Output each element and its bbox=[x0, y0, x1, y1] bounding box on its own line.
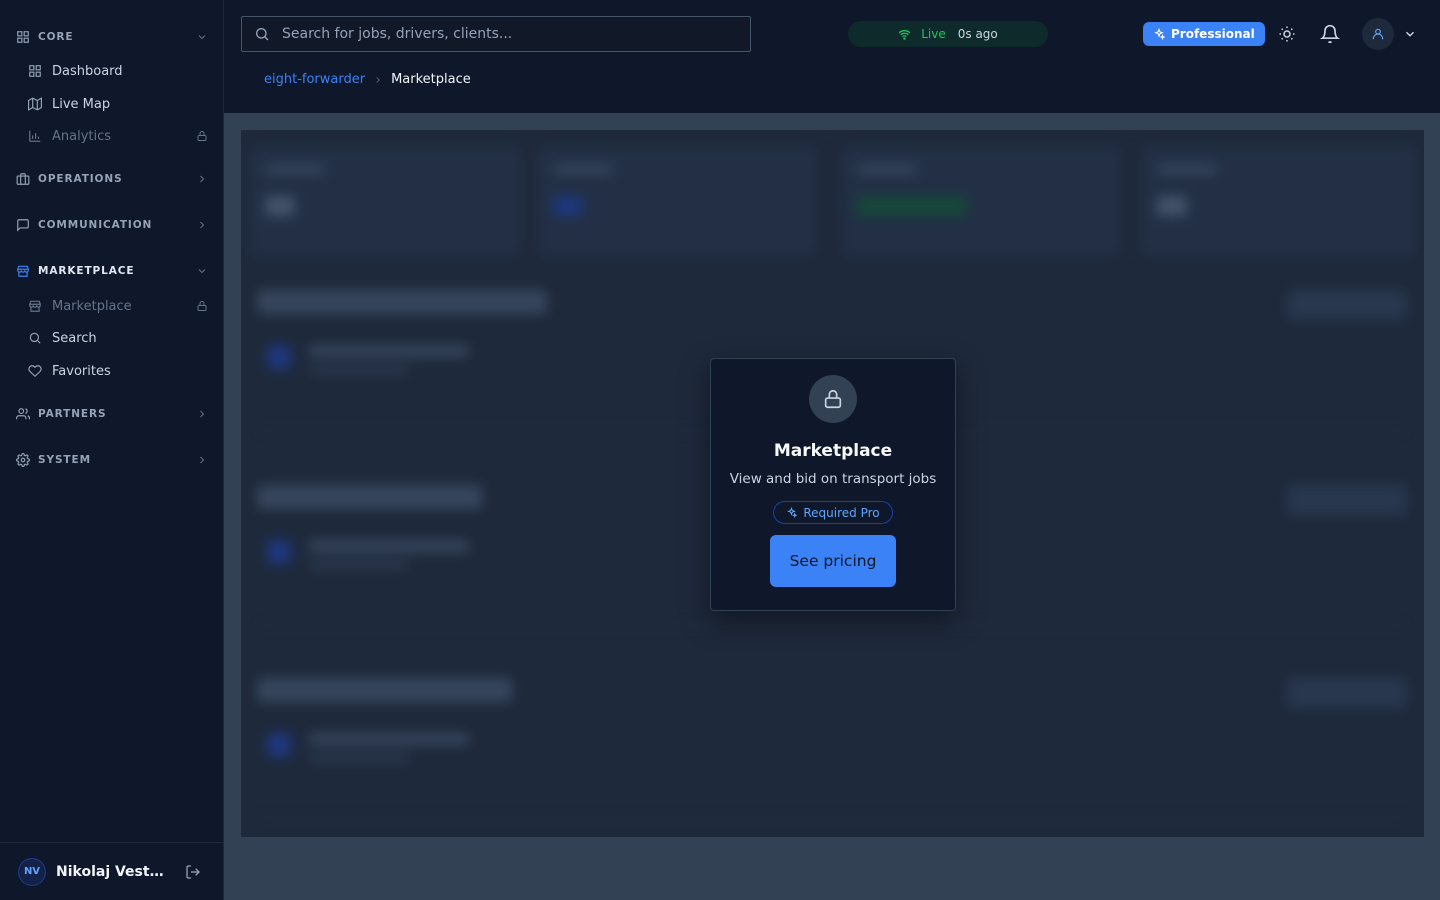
sidebar: CORE Dashboard Live Map Analytics OPERAT… bbox=[0, 0, 224, 900]
sparkles-icon bbox=[1153, 28, 1165, 40]
bar-chart-icon bbox=[28, 129, 42, 143]
sidebar-item-label: Marketplace bbox=[52, 298, 132, 314]
sidebar-item-marketplace[interactable]: Marketplace bbox=[0, 292, 224, 320]
map-icon bbox=[28, 97, 42, 111]
top-header: Live 0s ago Professional eight-forwarder… bbox=[224, 0, 1440, 113]
gear-icon bbox=[16, 453, 30, 467]
search-icon bbox=[28, 331, 42, 345]
sidebar-section-core[interactable]: CORE bbox=[0, 24, 224, 50]
sidebar-section-system[interactable]: SYSTEM bbox=[0, 447, 224, 473]
sidebar-item-favorites[interactable]: Favorites bbox=[0, 357, 224, 385]
sidebar-section-marketplace[interactable]: MARKETPLACE bbox=[0, 258, 224, 284]
sidebar-section-label: CORE bbox=[38, 31, 74, 43]
search-icon bbox=[254, 26, 270, 42]
chevron-down-icon[interactable] bbox=[1403, 27, 1417, 41]
sidebar-item-label: Dashboard bbox=[52, 63, 123, 79]
message-icon bbox=[16, 218, 30, 232]
search-input[interactable] bbox=[282, 26, 732, 42]
bell-icon[interactable] bbox=[1320, 24, 1340, 44]
sparkles-icon bbox=[786, 507, 798, 518]
store-icon bbox=[16, 264, 30, 278]
user-name: Nikolaj Vestergaard bbox=[56, 863, 171, 880]
sidebar-section-label: PARTNERS bbox=[38, 408, 107, 420]
sidebar-section-operations[interactable]: OPERATIONS bbox=[0, 166, 224, 192]
lock-icon bbox=[196, 300, 208, 312]
live-updated-time: 0s ago bbox=[957, 27, 998, 41]
chevron-down-icon bbox=[196, 265, 208, 277]
lock-icon bbox=[196, 130, 208, 142]
logout-icon[interactable] bbox=[185, 864, 201, 880]
building-icon bbox=[16, 172, 30, 186]
placeholder-card bbox=[537, 146, 817, 256]
sidebar-item-live-map[interactable]: Live Map bbox=[0, 90, 224, 118]
placeholder-card bbox=[1141, 146, 1416, 256]
user-icon bbox=[1371, 27, 1385, 41]
breadcrumb-parent[interactable]: eight-forwarder bbox=[264, 72, 365, 87]
chevron-right-icon bbox=[196, 173, 208, 185]
user-bar: NV Nikolaj Vestergaard bbox=[0, 842, 224, 900]
sidebar-section-communication[interactable]: COMMUNICATION bbox=[0, 212, 224, 238]
upgrade-modal: Marketplace View and bid on transport jo… bbox=[710, 358, 956, 611]
user-avatar[interactable]: NV bbox=[18, 857, 46, 886]
live-label: Live bbox=[921, 27, 946, 41]
grid-icon bbox=[16, 30, 30, 44]
chevron-right-icon bbox=[373, 75, 383, 85]
required-plan-badge: Required Pro bbox=[773, 501, 893, 524]
global-search[interactable] bbox=[241, 16, 751, 52]
plan-badge[interactable]: Professional bbox=[1143, 22, 1265, 46]
breadcrumb: eight-forwarder Marketplace bbox=[264, 72, 471, 87]
sidebar-item-analytics[interactable]: Analytics bbox=[0, 122, 224, 150]
wifi-icon bbox=[898, 28, 911, 41]
theme-toggle-icon[interactable] bbox=[1278, 25, 1296, 43]
live-status: Live 0s ago bbox=[848, 21, 1048, 47]
chevron-right-icon bbox=[196, 408, 208, 420]
sidebar-item-label: Favorites bbox=[52, 363, 111, 379]
sidebar-section-partners[interactable]: PARTNERS bbox=[0, 401, 224, 427]
plan-badge-label: Professional bbox=[1171, 27, 1255, 41]
see-pricing-button[interactable]: See pricing bbox=[770, 535, 896, 587]
user-menu-avatar[interactable] bbox=[1362, 18, 1394, 50]
lock-badge bbox=[809, 375, 857, 423]
breadcrumb-current: Marketplace bbox=[391, 72, 471, 87]
users-icon bbox=[16, 407, 30, 421]
lock-icon bbox=[822, 388, 844, 410]
sidebar-item-search[interactable]: Search bbox=[0, 324, 224, 352]
placeholder-card bbox=[841, 146, 1121, 256]
dashboard-icon bbox=[28, 64, 42, 78]
sidebar-section-label: COMMUNICATION bbox=[38, 219, 153, 231]
sidebar-section-label: MARKETPLACE bbox=[38, 265, 135, 277]
chevron-down-icon bbox=[196, 31, 208, 43]
sidebar-section-label: OPERATIONS bbox=[38, 173, 123, 185]
chevron-right-icon bbox=[196, 454, 208, 466]
modal-title: Marketplace bbox=[773, 441, 893, 461]
sidebar-item-label: Analytics bbox=[52, 128, 112, 144]
store-icon bbox=[28, 299, 42, 313]
placeholder-card bbox=[249, 146, 521, 256]
sidebar-item-dashboard[interactable]: Dashboard bbox=[0, 57, 224, 85]
required-plan-label: Required Pro bbox=[803, 505, 880, 520]
chevron-right-icon bbox=[196, 219, 208, 231]
heart-icon bbox=[28, 364, 42, 378]
modal-description: View and bid on transport jobs bbox=[729, 471, 937, 487]
sidebar-section-label: SYSTEM bbox=[38, 454, 91, 466]
sidebar-item-label: Search bbox=[52, 330, 97, 346]
sidebar-item-label: Live Map bbox=[52, 96, 111, 112]
placeholder-section bbox=[257, 678, 1407, 837]
